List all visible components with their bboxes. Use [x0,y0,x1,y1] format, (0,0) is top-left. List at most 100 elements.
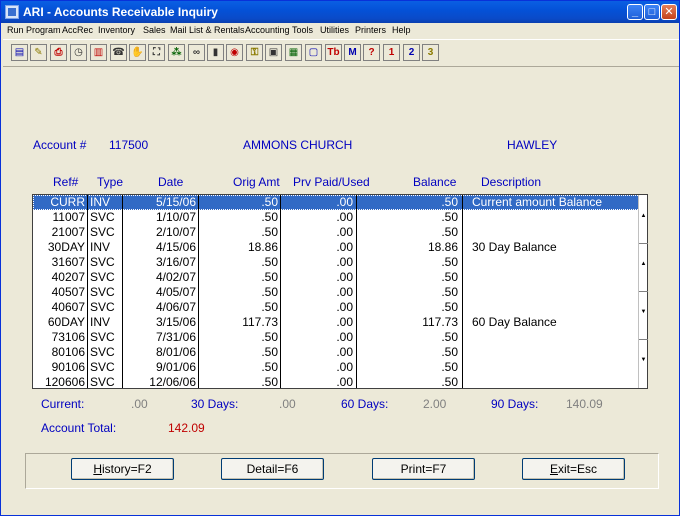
cell-date: 12/06/06 [149,375,196,389]
barcode-icon[interactable]: ▮ [207,44,224,61]
menu-accrec[interactable]: AccRec [62,23,93,38]
cell-date: 4/02/07 [155,270,196,284]
cell-date: 7/31/06 [155,330,196,344]
menu-inventory[interactable]: Inventory [98,23,135,38]
camera-icon[interactable]: ▣ [265,44,282,61]
header-type: Type [97,175,124,189]
table-row[interactable]: 21007 SVC 2/10/07 .50 .00 .50 [33,225,640,240]
cell-orig-amt: .50 [261,285,278,299]
cell-orig-amt: .50 [261,375,278,389]
cell-date: 5/15/06 [155,195,196,209]
cell-type: INV [90,315,111,329]
table-row[interactable]: 40607 SVC 4/06/07 .50 .00 .50 [33,300,640,315]
book-icon[interactable]: ▥ [90,44,107,61]
account-total-label: Account Total: [41,421,117,435]
menu-help[interactable]: Help [392,23,411,38]
bar-chart-icon[interactable]: ▦ [285,44,302,61]
table-row[interactable]: 30DAY INV 4/15/06 18.86 .00 18.86 30 Day… [33,240,640,255]
history-label: istory=F2 [101,462,152,476]
target-icon[interactable]: ◉ [226,44,243,61]
stop-sign-icon[interactable]: ✋ [129,44,146,61]
cell-ref: 30DAY [47,240,85,254]
table-row[interactable]: 40507 SVC 4/05/07 .50 .00 .50 [33,285,640,300]
cell-prv-paid: .00 [336,270,353,284]
cell-type: SVC [90,285,115,299]
cell-type: INV [90,195,111,209]
menu-utilities[interactable]: Utilities [320,23,349,38]
print-button[interactable]: Print=F7 [372,458,475,480]
cell-description [472,345,640,360]
cell-ref: 40607 [51,300,85,314]
number-2-icon[interactable]: 2 [403,44,420,61]
calculator-icon[interactable]: ▤ [11,44,28,61]
cell-ref: 40207 [51,270,85,284]
close-button[interactable]: ✕ [661,4,677,20]
cell-prv-paid: .00 [336,225,353,239]
cell-description: 30 Day Balance [472,240,557,254]
app-icon [5,5,19,19]
telephone-icon[interactable]: ☎ [110,44,127,61]
cell-prv-paid: .00 [336,210,353,224]
cell-ref: 21007 [51,225,85,239]
detail-button[interactable]: Detail=F6 [221,458,324,480]
help-question-icon[interactable]: ? [363,44,380,61]
cell-prv-paid: .00 [336,285,353,299]
scroll-down-arrow-icon[interactable]: ▼ [639,357,648,363]
scroll-up-arrow-icon[interactable]: ▲ [639,213,648,219]
days30-label: 30 Days: [191,397,239,411]
cell-description [472,285,640,300]
cell-orig-amt: .50 [261,210,278,224]
menu-printers[interactable]: Printers [355,23,386,38]
cell-ref: 31607 [51,255,85,269]
network-icon[interactable]: ⁂ [168,44,185,61]
cell-orig-amt: 117.73 [242,315,278,329]
tbg-icon[interactable]: Tb [325,44,342,61]
exit-button[interactable]: Exit=Esc [522,458,625,480]
cell-type: SVC [90,270,115,284]
menu-run-program[interactable]: Run Program [7,23,61,38]
cell-balance: 117.73 [422,315,458,329]
table-row[interactable]: 120606 SVC 12/06/06 .50 .00 .50 [33,375,640,390]
cell-type: SVC [90,360,115,374]
table-row[interactable]: 80106 SVC 8/01/06 .50 .00 .50 [33,345,640,360]
notepad-icon[interactable]: ✎ [30,44,47,61]
menu-mail-list-rentals[interactable]: Mail List & Rentals [170,23,245,38]
cell-orig-amt: .50 [261,360,278,374]
header-balance: Balance [413,175,457,189]
page-up-arrow-icon[interactable]: ▲ [639,261,648,267]
table-row[interactable]: 60DAY INV 3/15/06 117.73 .00 117.73 60 D… [33,315,640,330]
printer-icon[interactable]: ⎙ [50,44,67,61]
table-row[interactable]: 31607 SVC 3/16/07 .50 .00 .50 [33,255,640,270]
days60-label: 60 Days: [341,397,389,411]
history-button[interactable]: History=F2 [71,458,174,480]
table-row[interactable]: 11007 SVC 1/10/07 .50 .00 .50 [33,210,640,225]
title-bar[interactable]: ARI - Accounts Receivable Inquiry _ □ ✕ [1,1,679,23]
grid-scrollbar[interactable]: ▲ ▲ ▼ ▼ [638,195,648,388]
column-divider [122,195,123,388]
cell-prv-paid: .00 [336,375,353,389]
menu-tools[interactable]: Tools [292,23,313,38]
cell-balance: .50 [441,210,458,224]
menu-sales[interactable]: Sales [143,23,166,38]
m-circle-icon[interactable]: M [344,44,361,61]
number-1-icon[interactable]: 1 [383,44,400,61]
menu-accounting[interactable]: Accounting [245,23,290,38]
glasses-icon[interactable]: ∞ [188,44,205,61]
monitor-icon[interactable]: ▢ [305,44,322,61]
binoculars-icon[interactable]: ⛶ [148,44,165,61]
transactions-grid[interactable]: CURR INV 5/15/06 .50 .00 .50 Current amo… [32,194,648,389]
cell-orig-amt: .50 [261,225,278,239]
cell-date: 1/10/07 [155,210,196,224]
lock-icon[interactable]: ⚿ [246,44,263,61]
page-down-arrow-icon[interactable]: ▼ [639,309,648,315]
table-row[interactable]: 40207 SVC 4/02/07 .50 .00 .50 [33,270,640,285]
table-row[interactable]: 90106 SVC 9/01/06 .50 .00 .50 [33,360,640,375]
clock-icon[interactable]: ◷ [70,44,87,61]
maximize-button[interactable]: □ [644,4,660,20]
table-row[interactable]: CURR INV 5/15/06 .50 .00 .50 Current amo… [33,195,640,210]
header-ref: Ref# [53,175,79,189]
table-row[interactable]: 73106 SVC 7/31/06 .50 .00 .50 [33,330,640,345]
number-3-icon[interactable]: 3 [422,44,439,61]
current-value: .00 [131,397,148,411]
minimize-button[interactable]: _ [627,4,643,20]
